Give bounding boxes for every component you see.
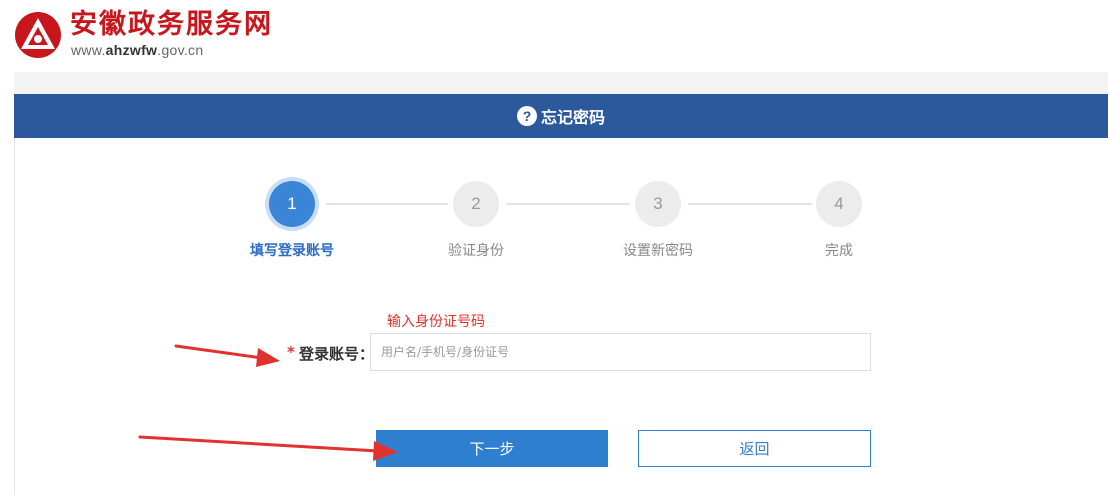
- site-name[interactable]: 安徽政务服务网: [70, 8, 273, 42]
- step-3-label: 设置新密码: [623, 243, 693, 259]
- site-logo-icon[interactable]: [14, 11, 62, 59]
- account-input[interactable]: [370, 333, 871, 371]
- step-4-circle: 4: [816, 181, 862, 227]
- step-2-circle: 2: [453, 181, 499, 227]
- step-connector: [326, 203, 448, 205]
- page-title: 忘记密码: [540, 108, 605, 127]
- step-1-label: 填写登录账号: [250, 243, 334, 259]
- step-4-label: 完成: [825, 243, 853, 259]
- site-url-suffix: .gov.cn: [157, 42, 204, 58]
- account-label: 登录账号：: [299, 345, 375, 363]
- site-url-bold: ahzwfw: [105, 42, 158, 58]
- step-connector: [506, 203, 630, 205]
- required-mark: *: [287, 343, 295, 361]
- back-button[interactable]: 返回: [638, 430, 871, 467]
- step-1-circle: 1: [269, 181, 315, 227]
- step-3-circle: 3: [635, 181, 681, 227]
- step-2-label: 验证身份: [448, 243, 504, 259]
- top-band-divider: [14, 72, 1108, 94]
- site-url: www.ahzwfw.gov.cn: [71, 42, 203, 58]
- question-icon: ?: [516, 106, 537, 126]
- annotation-hint: 输入身份证号码: [387, 314, 485, 330]
- step-connector: [688, 203, 812, 205]
- next-step-button[interactable]: 下一步: [376, 430, 608, 467]
- site-header: 安徽政务服务网 www.ahzwfw.gov.cn: [0, 0, 1108, 72]
- page-title-bar: ? 忘记密码: [14, 94, 1108, 138]
- site-url-prefix: www.: [71, 42, 106, 58]
